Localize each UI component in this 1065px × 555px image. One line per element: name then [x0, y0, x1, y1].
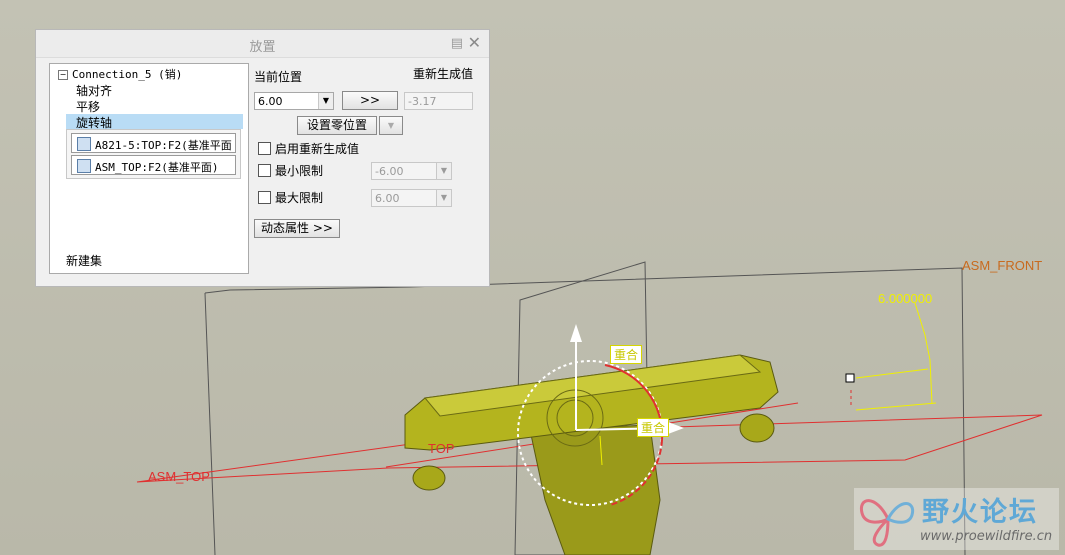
min-limit-label: 最小限制: [275, 164, 324, 178]
current-position-combo[interactable]: 6.00 ▼: [254, 92, 334, 110]
butterfly-icon: [859, 499, 915, 547]
enable-regen-label: 启用重新生成值: [275, 142, 360, 156]
reference-item-2[interactable]: ASM_TOP:F2(基准平面): [71, 155, 236, 175]
datum-plane-icon: [77, 159, 91, 173]
regen-value-field[interactable]: -3.17: [404, 92, 473, 110]
max-limit-checkbox[interactable]: [258, 191, 271, 204]
current-position-value: 6.00: [258, 95, 283, 108]
tree-item-translate[interactable]: 平移: [76, 98, 100, 115]
collapse-icon[interactable]: −: [58, 69, 68, 80]
min-limit-value: -6.00: [375, 165, 404, 178]
close-icon[interactable]: ✕: [468, 33, 481, 52]
min-limit-combo[interactable]: -6.00 ▼: [371, 162, 452, 180]
asm-top-label: ASM_TOP: [148, 469, 210, 484]
watermark-url: www.proewildfire.cn: [920, 529, 1053, 544]
chevron-down-icon[interactable]: ▼: [436, 190, 451, 206]
placement-dialog: 放置 ▤ ✕ − Connection_5 (销) 轴对齐 平移 旋转轴 A821…: [35, 29, 490, 287]
current-position-label: 当前位置: [254, 70, 303, 84]
min-limit-checkbox[interactable]: [258, 164, 271, 177]
top-label: TOP: [428, 441, 455, 456]
new-set-link[interactable]: 新建集: [66, 252, 102, 269]
coincident-tag-1[interactable]: 重合: [610, 345, 643, 364]
asm-front-label: ASM_FRONT: [962, 258, 1043, 273]
set-zero-dropdown[interactable]: ▼: [379, 116, 403, 135]
tree-item-rotation-axis[interactable]: 旋转轴: [66, 114, 243, 130]
watermark-logo: 野火论坛 www.proewildfire.cn: [854, 488, 1059, 550]
coincident-tag-2[interactable]: 重合: [637, 418, 670, 437]
reference-item-2-label: ASM_TOP:F2(基准平面): [95, 161, 219, 174]
enable-regen-checkbox[interactable]: [258, 142, 271, 155]
set-zero-position-button[interactable]: 设置零位置: [297, 116, 377, 135]
reference-item-1-label: A821-5:TOP:F2(基准平面: [95, 139, 232, 152]
pin-icon[interactable]: ▤: [451, 36, 463, 51]
dialog-titlebar[interactable]: 放置 ▤ ✕: [36, 30, 489, 58]
max-limit-label: 最大限制: [275, 191, 324, 205]
max-limit-value: 6.00: [375, 192, 400, 205]
reference-item-1[interactable]: A821-5:TOP:F2(基准平面: [71, 133, 236, 153]
regen-value-label: 重新生成值: [413, 67, 474, 81]
max-limit-combo[interactable]: 6.00 ▼: [371, 189, 452, 207]
dimension-value[interactable]: 6.000000: [878, 291, 932, 306]
dialog-title: 放置: [249, 40, 276, 55]
connection-tree[interactable]: − Connection_5 (销) 轴对齐 平移 旋转轴 A821-5:TOP:…: [49, 63, 249, 274]
regen-value: -3.17: [408, 95, 437, 108]
apply-position-button[interactable]: >>: [342, 91, 398, 110]
tree-item-rotation-axis-label: 旋转轴: [76, 116, 113, 130]
chevron-down-icon[interactable]: ▼: [436, 163, 451, 179]
chevron-down-icon[interactable]: ▼: [318, 93, 333, 109]
dynamic-properties-button[interactable]: 动态属性 >>: [254, 219, 340, 238]
tree-root[interactable]: − Connection_5 (销): [58, 66, 182, 82]
reference-list: A821-5:TOP:F2(基准平面 ASM_TOP:F2(基准平面): [66, 129, 241, 179]
datum-plane-icon: [77, 137, 91, 151]
tree-item-axis-align[interactable]: 轴对齐: [76, 82, 112, 99]
watermark-title: 野火论坛: [922, 497, 1038, 528]
tree-root-label: Connection_5 (销): [72, 68, 183, 81]
